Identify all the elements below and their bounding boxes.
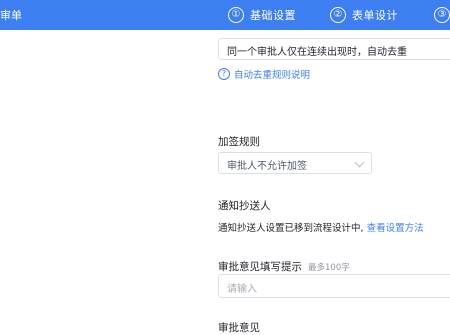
comment-hint-input[interactable]: 请输入 bbox=[218, 274, 450, 298]
countersign-title: 加签规则 bbox=[218, 136, 260, 148]
step-basic-settings[interactable]: ① 基础设置 bbox=[228, 6, 296, 24]
top-left-text: 审单 bbox=[0, 9, 22, 22]
step-label: 表单设计 bbox=[352, 9, 398, 22]
dedup-help-link[interactable]: ? 自动去重规则说明 bbox=[218, 67, 310, 81]
step-number: ③ bbox=[434, 7, 450, 23]
step-label: 基础设置 bbox=[250, 9, 296, 22]
settings-panel: 同一个审批人仅在连续出现时，自动去重 ? 自动去重规则说明 加签规则 审批人不允… bbox=[208, 30, 450, 334]
notify-cc-title: 通知抄送人 bbox=[218, 200, 271, 212]
auto-dedup-select[interactable]: 同一个审批人仅在连续出现时，自动去重 bbox=[218, 38, 450, 60]
top-navigation-bar: 审单 ① 基础设置 ② 表单设计 ③ bbox=[0, 0, 450, 30]
step-third[interactable]: ③ bbox=[434, 6, 450, 24]
comment-title: 审批意见 bbox=[218, 322, 260, 334]
step-form-design[interactable]: ② 表单设计 bbox=[330, 6, 398, 24]
countersign-select[interactable]: 审批人不允许加签 bbox=[218, 152, 372, 174]
comment-hint-title: 审批意见填写提示 bbox=[218, 261, 302, 273]
step-number: ② bbox=[330, 7, 346, 23]
auto-dedup-value: 同一个审批人仅在连续出现时，自动去重 bbox=[227, 47, 407, 58]
chevron-down-icon bbox=[354, 157, 365, 168]
left-panel bbox=[0, 30, 208, 300]
question-circle-icon: ? bbox=[218, 68, 230, 80]
notify-cc-text: 通知抄送人设置已移到流程设计中, bbox=[218, 223, 364, 234]
comment-hint-header: 审批意见填写提示 最多100字 bbox=[218, 259, 350, 274]
notify-cc-description: 通知抄送人设置已移到流程设计中, 查看设置方法 bbox=[218, 220, 424, 234]
countersign-select-value: 审批人不允许加签 bbox=[227, 161, 307, 172]
comment-hint-placeholder: 请输入 bbox=[227, 284, 257, 295]
comment-hint-limit: 最多100字 bbox=[308, 263, 350, 273]
view-settings-link[interactable]: 查看设置方法 bbox=[367, 223, 424, 234]
dedup-help-text: 自动去重规则说明 bbox=[234, 70, 311, 81]
step-number: ① bbox=[228, 7, 244, 23]
